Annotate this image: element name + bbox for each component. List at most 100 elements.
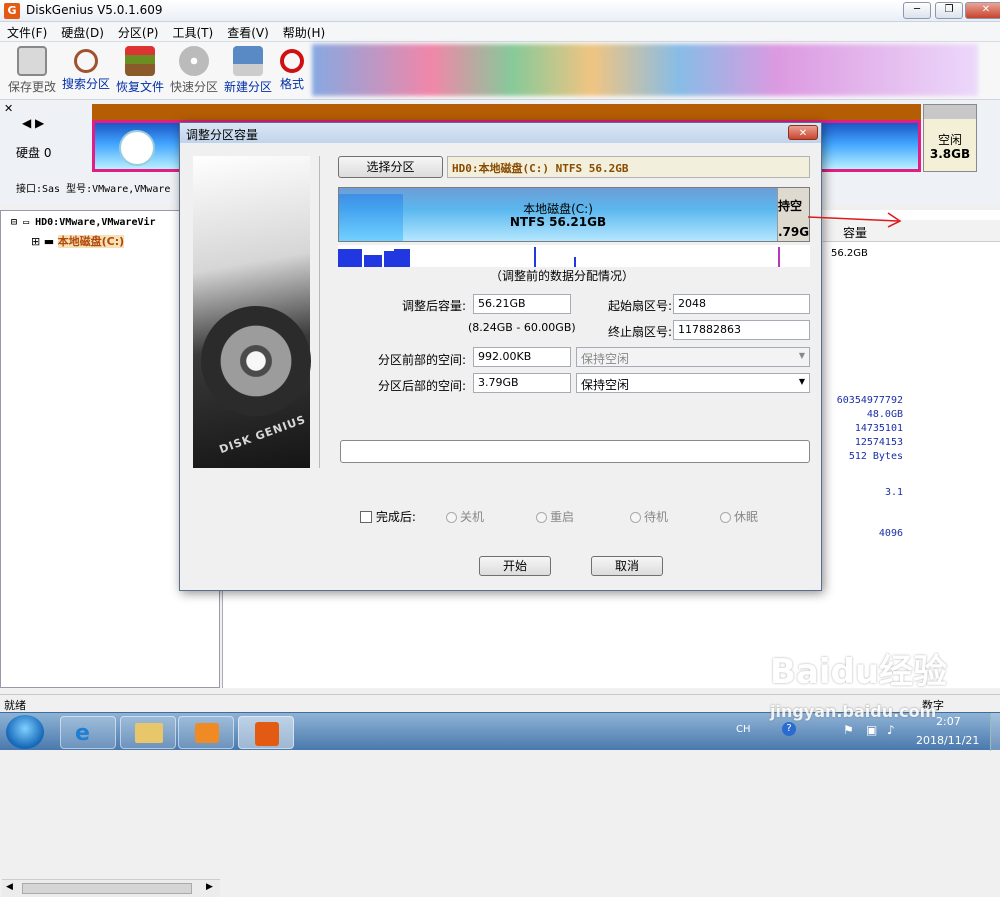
diskgenius-brand-text: DISK GENIUS (217, 412, 308, 457)
ie-icon: e (75, 721, 90, 746)
close-panel-icon[interactable]: ✕ (4, 102, 13, 115)
help-icon[interactable]: ? (782, 722, 796, 736)
search-partition-button[interactable]: 搜索分区 (60, 46, 112, 92)
baidu-watermark: Baidu经验 (770, 652, 948, 692)
folder-icon (135, 723, 163, 743)
partition-resize-bar[interactable]: 本地磁盘(C:) NTFS 56.21GB 持空 .79G (338, 187, 810, 242)
save-disk-icon (17, 46, 47, 76)
tool-label: 搜索分区 (61, 77, 110, 91)
scroll-thumb[interactable] (22, 883, 192, 894)
start-button[interactable]: 开始 (479, 556, 551, 576)
new-size-label: 调整后容量: (401, 299, 466, 313)
menu-help[interactable]: 帮助(H) (276, 22, 332, 43)
free-space-block[interactable]: 空闲 3.8GB (923, 104, 977, 172)
radio-standby-label: 待机 (644, 510, 669, 524)
app-title: DiskGenius V5.0.1.609 (26, 3, 163, 17)
magnifier-icon (74, 49, 98, 73)
quick-partition-button[interactable]: 快速分区 (168, 46, 220, 95)
after-done-label: 完成后: (375, 510, 416, 524)
status-text: 就绪 (4, 699, 26, 712)
dropdown-arrow-icon[interactable]: ▼ (799, 377, 805, 386)
new-size-input[interactable]: 56.21GB (473, 294, 571, 314)
data-distribution-map (338, 245, 810, 267)
new-partition-button[interactable]: 新建分区 (222, 46, 274, 95)
clock-time[interactable]: 2:07 (936, 715, 961, 728)
windows-logo-icon (119, 130, 155, 166)
menu-tools[interactable]: 工具(T) (166, 22, 221, 43)
menu-disk[interactable]: 硬盘(D) (54, 22, 111, 43)
hard-drive-illustration: DISK GENIUS (193, 156, 311, 468)
after-space-input[interactable]: 3.79GB (473, 373, 571, 393)
show-desktop-button[interactable] (990, 713, 1000, 751)
menu-view[interactable]: 查看(V) (220, 22, 276, 43)
tree-partition-node[interactable]: ⊞ ▬ 本地磁盘(C:) (31, 233, 125, 249)
free-space-segment[interactable]: 持空 .79G (777, 188, 809, 241)
select-partition-button[interactable]: 选择分区 (338, 156, 443, 178)
network-icon[interactable]: ▣ (866, 723, 877, 737)
tree-disk-label: HD0:VMware,VMwareVir (35, 217, 156, 228)
selected-partition-display: HD0:本地磁盘(C:) NTFS 56.2GB (447, 156, 810, 178)
tool-label: 快速分区 (169, 80, 218, 94)
cancel-button[interactable]: 取消 (591, 556, 663, 576)
input-language[interactable]: CH (736, 724, 751, 735)
scroll-right-icon[interactable]: ▶ (206, 882, 213, 892)
collapse-icon[interactable]: ⊟ (11, 217, 17, 228)
close-button[interactable]: ✕ (965, 2, 1000, 19)
free-segment-bottom-label: .79G (778, 225, 810, 239)
baidu-watermark-url: jingyan.baidu.com (770, 702, 937, 721)
diskgenius-taskbar-button[interactable] (238, 716, 294, 749)
tree-disk-node[interactable]: ⊟ ▭ HD0:VMware,VMwareVir (11, 217, 156, 228)
free-size: 3.8GB (929, 147, 971, 161)
checkbox-box[interactable] (360, 511, 372, 523)
dialog-divider (319, 156, 320, 468)
maximize-button[interactable]: ❐ (935, 2, 963, 19)
recover-box-icon (125, 46, 155, 76)
no-sign-icon (280, 49, 304, 73)
tree-horizontal-scrollbar[interactable]: ◀ ▶ (2, 879, 220, 897)
diskgenius-icon (255, 722, 279, 746)
advertisement-banner[interactable] (312, 44, 978, 96)
save-changes-button[interactable]: 保存更改 (6, 46, 58, 95)
resize-partition-dialog: 调整分区容量 ✕ DISK GENIUS 选择分区 HD0:本地磁盘(C:) N… (179, 122, 902, 591)
after-space-label: 分区后部的空间: (377, 379, 466, 393)
clock-date[interactable]: 2018/11/21 (916, 734, 979, 747)
radio-hibernate[interactable]: 休眠 (720, 508, 758, 525)
radio-restart-label: 重启 (550, 510, 575, 524)
after-space-select[interactable]: 保持空闲 ▼ (576, 373, 810, 393)
partition-segment[interactable]: 本地磁盘(C:) NTFS 56.21GB (339, 188, 777, 241)
radio-restart[interactable]: 重启 (536, 508, 574, 525)
format-button[interactable]: 格式 (272, 46, 312, 92)
scroll-left-icon[interactable]: ◀ (6, 882, 13, 892)
explorer-taskbar-button[interactable] (120, 716, 176, 749)
minimize-button[interactable]: ─ (903, 2, 931, 19)
disk-interface-info: 接口:Sas 型号:VMware,VMware (16, 184, 171, 195)
radio-shutdown[interactable]: 关机 (446, 508, 484, 525)
hard-drive-platter-icon (201, 306, 311, 416)
before-space-input[interactable]: 992.00KB (473, 347, 571, 367)
start-sector-label: 起始扇区号: (607, 299, 672, 313)
volume-icon[interactable]: ♪ (887, 723, 895, 737)
dialog-title: 调整分区容量 (186, 128, 259, 142)
flag-icon[interactable]: ⚑ (843, 723, 854, 737)
radio-shutdown-label: 关机 (460, 510, 485, 524)
before-space-label: 分区前部的空间: (377, 353, 466, 367)
start-button[interactable] (6, 715, 44, 749)
dialog-close-button[interactable]: ✕ (788, 125, 818, 140)
disk-label: 硬盘 0 (16, 146, 52, 160)
media-player-taskbar-button[interactable] (178, 716, 234, 749)
distribution-caption: （调整前的数据分配情况） (490, 269, 635, 283)
red-arrow-annotation (808, 212, 902, 228)
after-done-checkbox[interactable]: 完成后: (360, 508, 416, 525)
disk-nav-arrows-icon[interactable]: ◀ ▶ (22, 116, 44, 130)
disk-bar-header (92, 104, 921, 120)
radio-standby[interactable]: 待机 (630, 508, 668, 525)
expand-icon[interactable]: ⊞ (31, 235, 40, 248)
menu-partition[interactable]: 分区(P) (111, 22, 166, 43)
start-sector-input[interactable]: 2048 (673, 294, 810, 314)
partition-bar-size: NTFS 56.21GB (509, 215, 607, 229)
recover-files-button[interactable]: 恢复文件 (114, 46, 166, 95)
dialog-title-bar: 调整分区容量 ✕ (180, 123, 821, 143)
menu-file[interactable]: 文件(F) (0, 22, 54, 43)
ie-taskbar-button[interactable]: e (60, 716, 116, 749)
end-sector-input[interactable]: 117882863 (673, 320, 810, 340)
